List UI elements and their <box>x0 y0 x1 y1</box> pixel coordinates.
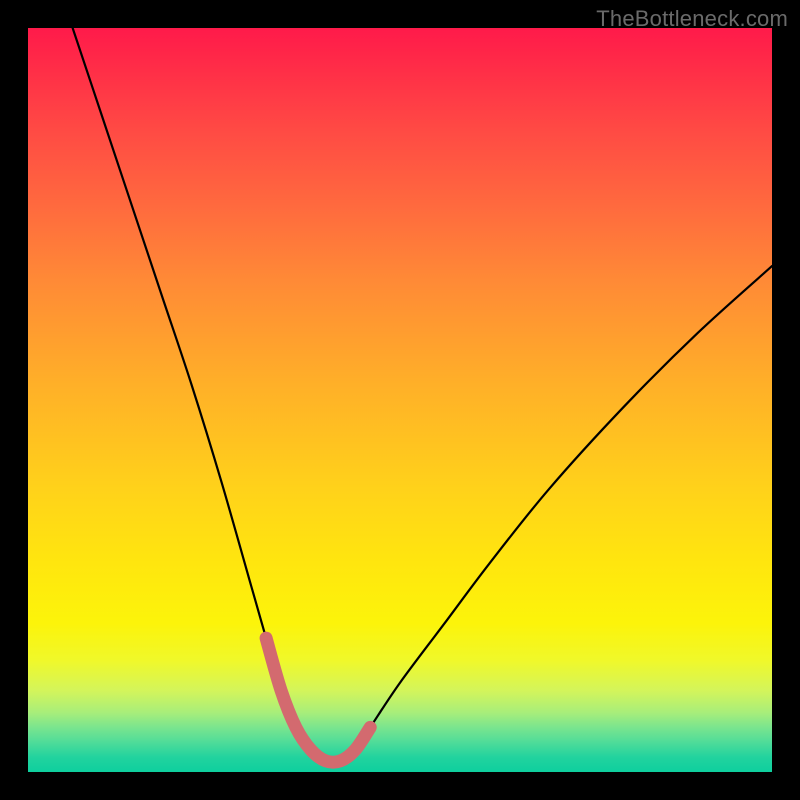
bottleneck-curve <box>73 28 772 762</box>
plot-area <box>28 28 772 772</box>
curve-layer <box>28 28 772 772</box>
watermark-text: TheBottleneck.com <box>596 6 788 32</box>
optimal-range-highlight <box>266 638 370 762</box>
chart-frame: TheBottleneck.com <box>0 0 800 800</box>
